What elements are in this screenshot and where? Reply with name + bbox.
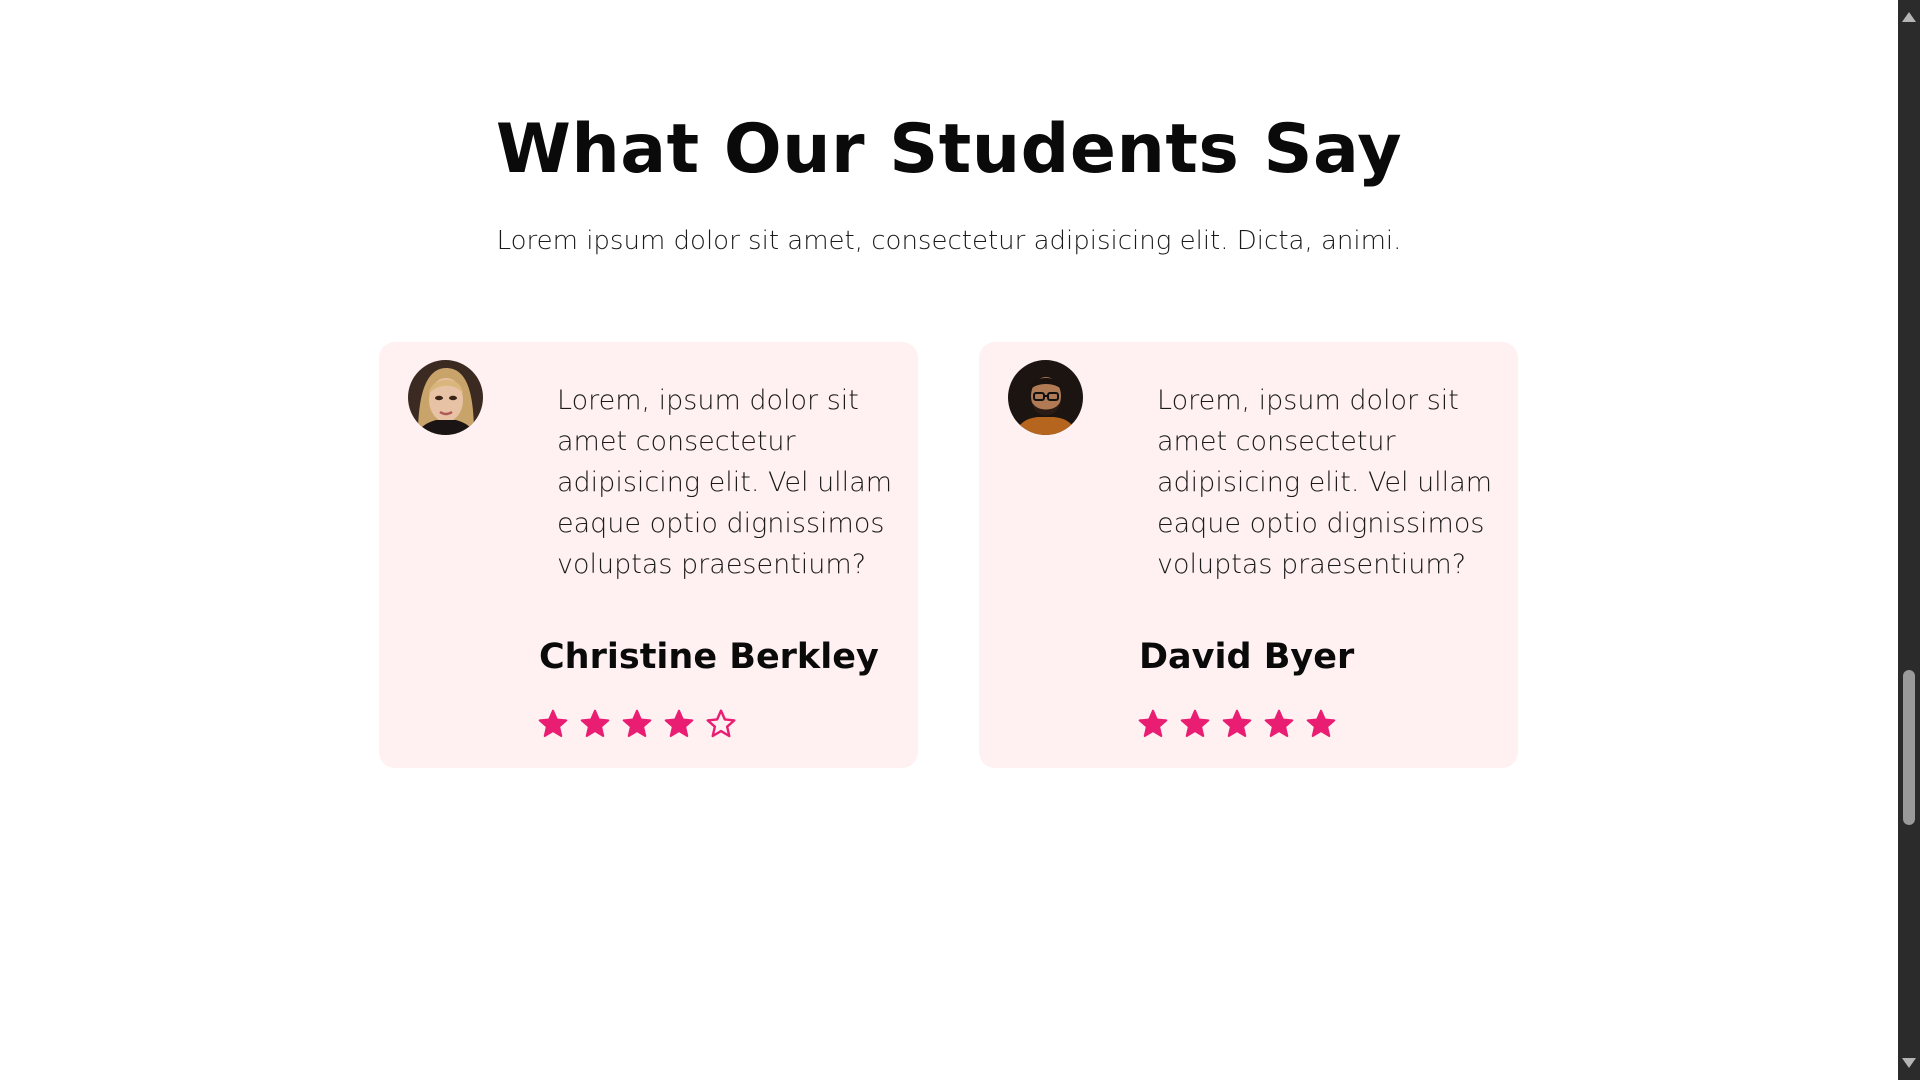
- woman-avatar-photo: [408, 360, 483, 435]
- testimonial-text: Lorem, ipsum dolor sit amet consectetur …: [557, 385, 893, 580]
- section-title: What Our Students Say: [495, 110, 1403, 189]
- testimonial-card: Lorem, ipsum dolor sit amet consectetur …: [979, 342, 1518, 768]
- man-avatar-photo: [1008, 360, 1083, 435]
- star-filled-icon: [1138, 709, 1168, 737]
- star-rating: [1137, 708, 1337, 740]
- testimonial-text: Lorem, ipsum dolor sit amet consectetur …: [1157, 385, 1493, 580]
- testimonial-name: Christine Berkley: [539, 637, 879, 677]
- star-outline-icon: [706, 709, 736, 738]
- avatar: [408, 360, 483, 435]
- avatar: [1008, 360, 1083, 435]
- scrollbar-thumb[interactable]: [1903, 670, 1915, 825]
- section-subtitle: Lorem ipsum dolor sit amet, consectetur …: [496, 226, 1402, 256]
- testimonial-card: Lorem, ipsum dolor sit amet consectetur …: [379, 342, 918, 768]
- star-rating: [537, 708, 737, 740]
- star-filled-icon: [538, 709, 568, 737]
- testimonial-list: Lorem, ipsum dolor sit amet consectetur …: [379, 342, 1519, 768]
- star-filled-icon: [664, 709, 694, 737]
- scroll-down-arrow-icon[interactable]: [1902, 1058, 1916, 1068]
- testimonial-name: David Byer: [1139, 637, 1355, 677]
- star-filled-icon: [622, 709, 652, 737]
- star-filled-icon: [1222, 709, 1252, 737]
- scrollbar[interactable]: [1898, 0, 1920, 1080]
- star-filled-icon: [1306, 709, 1336, 737]
- page: What Our Students Say Lorem ipsum dolor …: [0, 0, 1898, 1080]
- star-filled-icon: [1180, 709, 1210, 737]
- star-filled-icon: [580, 709, 610, 737]
- scroll-up-arrow-icon[interactable]: [1902, 12, 1916, 22]
- star-filled-icon: [1264, 709, 1294, 737]
